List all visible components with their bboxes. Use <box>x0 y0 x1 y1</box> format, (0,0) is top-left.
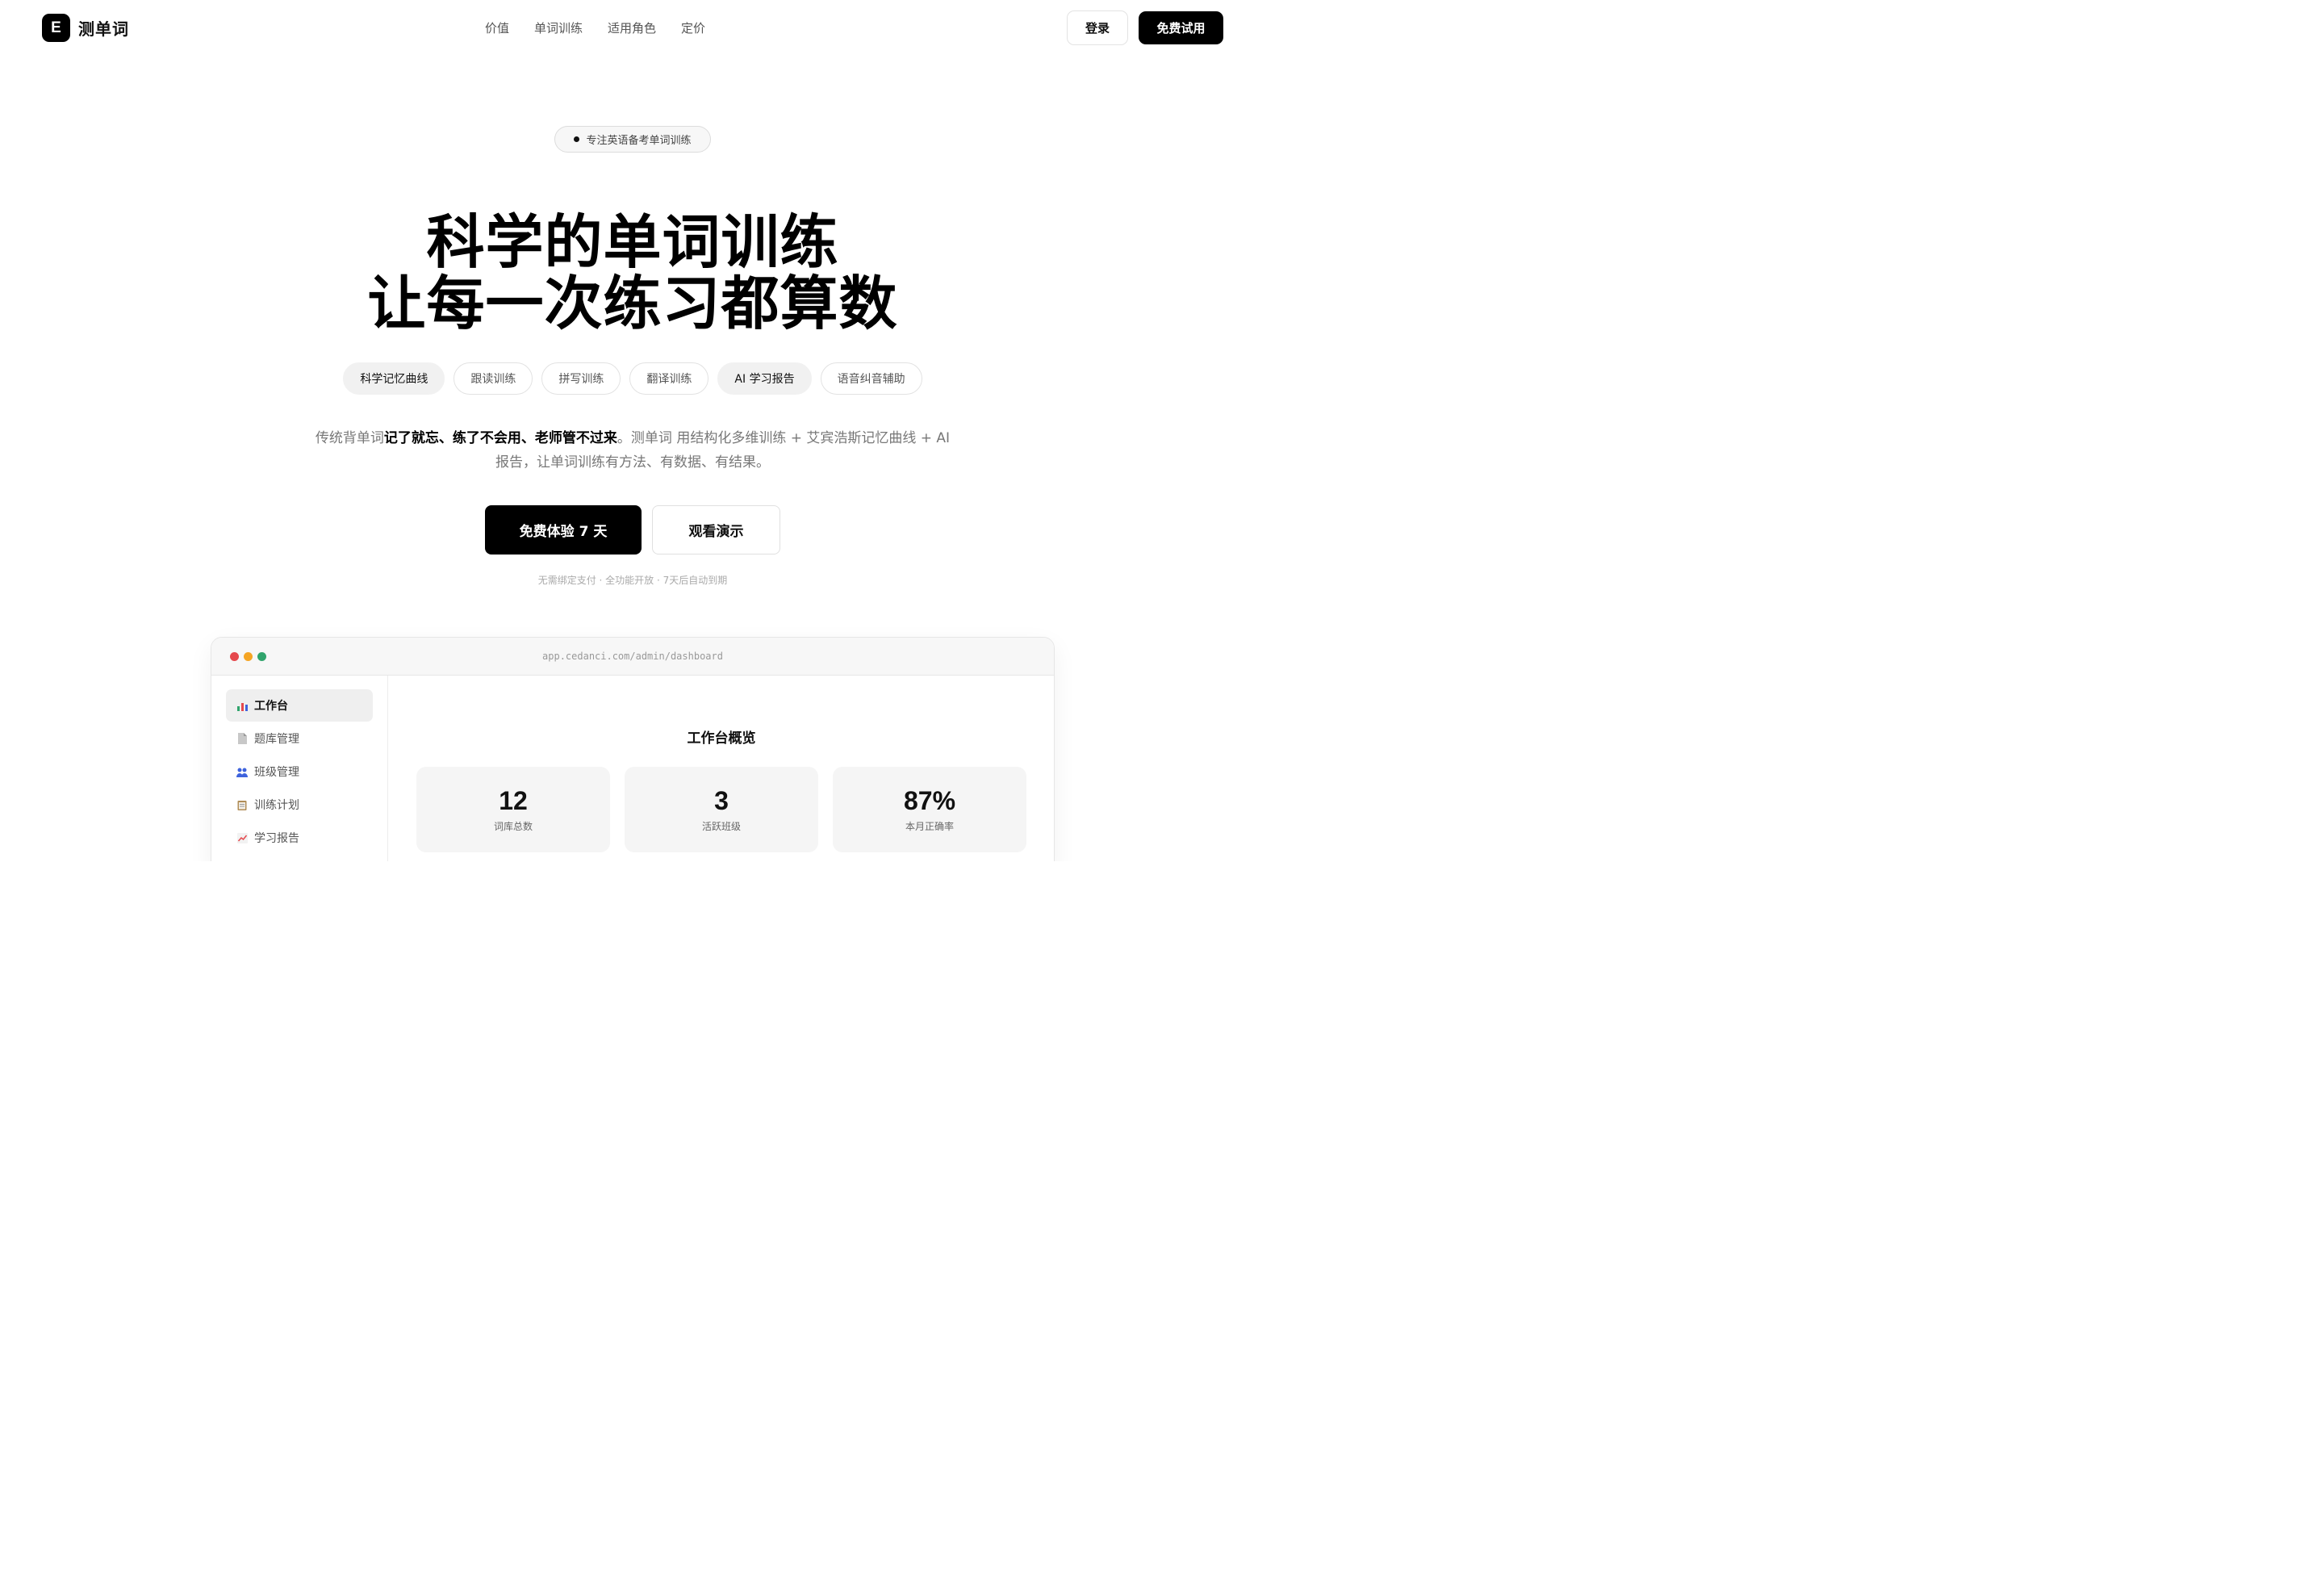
clipboard-icon <box>236 799 248 810</box>
chip-ai-report[interactable]: AI 学习报告 <box>717 362 812 395</box>
nav-link-pricing[interactable]: 定价 <box>681 19 705 36</box>
stat-value: 3 <box>714 786 729 815</box>
chip-pronunciation[interactable]: 语音纠音辅助 <box>820 362 922 395</box>
main-nav: 价值 单词训练 适用角色 定价 <box>485 19 705 36</box>
hero-title-line-2: 让每一次练习都算数 <box>367 270 898 337</box>
sidebar-item-label: 题库管理 <box>254 733 299 746</box>
stat-cards: 12 词库总数 3 活跃班级 87% 本月正确率 <box>416 767 1026 852</box>
sidebar-item-training-plan[interactable]: 训练计划 <box>226 789 373 821</box>
hero-title: 科学的单词训练 让每一次练习都算数 <box>0 211 1265 334</box>
stat-label: 词库总数 <box>493 821 533 832</box>
stat-value: 87% <box>903 786 956 815</box>
hero-description: 传统背单词记了就忘、练了不会用、老师管不过来。测单词 用结构化多维训练 + 艾宾… <box>310 426 955 475</box>
sidebar-item-learning-report[interactable]: 学习报告 <box>226 822 373 854</box>
bar-chart-icon <box>236 700 248 711</box>
stat-card-accuracy: 87% 本月正确率 <box>833 767 1026 852</box>
hero-badge-label: 专注英语备考单词训练 <box>586 135 692 147</box>
dashboard-main: 工作台概览 12 词库总数 3 活跃班级 87% 本月正确率 <box>388 676 1054 861</box>
sidebar-item-class-management[interactable]: 班级管理 <box>226 755 373 788</box>
hero-badge: 专注英语备考单词训练 <box>554 126 711 153</box>
watch-demo-button[interactable]: 观看演示 <box>652 505 780 555</box>
address-bar: app.cedanci.com/admin/dashboard <box>542 651 723 662</box>
sidebar-item-label: 训练计划 <box>254 799 299 812</box>
logo-icon: E <box>42 14 70 42</box>
feature-chips: 科学记忆曲线 跟读训练 拼写训练 翻译训练 AI 学习报告 语音纠音辅助 <box>0 362 1265 395</box>
cta-note: 无需绑定支付 · 全功能开放 · 7天后自动到期 <box>537 575 728 586</box>
people-icon <box>236 766 248 777</box>
nav-link-roles[interactable]: 适用角色 <box>608 19 656 36</box>
brand[interactable]: E 测单词 <box>42 14 129 42</box>
chip-translation[interactable]: 翻译训练 <box>629 362 709 395</box>
dashboard-preview: app.cedanci.com/admin/dashboard 工作台 题库管理 <box>211 637 1055 861</box>
app-sidebar: 工作台 题库管理 班级管理 训练计划 学习报告 <box>211 676 388 861</box>
stat-label: 活跃班级 <box>701 821 741 832</box>
trend-chart-icon <box>236 832 248 843</box>
sidebar-item-label: 学习报告 <box>254 832 299 845</box>
chip-memory-curve[interactable]: 科学记忆曲线 <box>343 362 445 395</box>
landing-page: E 测单词 价值 单词训练 适用角色 定价 登录 免费试用 专注英语备考单词训练… <box>0 0 1265 861</box>
app-body: 工作台 题库管理 班级管理 训练计划 学习报告 工作台概览 12 词库总数 3 … <box>211 676 1054 861</box>
sidebar-item-question-bank[interactable]: 题库管理 <box>226 722 373 755</box>
chip-shadow-reading[interactable]: 跟读训练 <box>454 362 533 395</box>
header-actions: 登录 免费试用 <box>1067 10 1223 45</box>
desc-highlight: 记了就忘、练了不会用、老师管不过来 <box>383 430 617 446</box>
stat-card-word-banks: 12 词库总数 <box>416 767 610 852</box>
nav-link-value[interactable]: 价值 <box>485 19 509 36</box>
free-trial-button[interactable]: 免费试用 <box>1139 11 1223 44</box>
browser-chrome: app.cedanci.com/admin/dashboard <box>211 638 1054 676</box>
sidebar-item-workbench[interactable]: 工作台 <box>226 689 373 722</box>
stat-value: 12 <box>499 786 528 815</box>
stat-card-active-classes: 3 活跃班级 <box>625 767 818 852</box>
document-icon <box>236 733 248 744</box>
chip-spelling[interactable]: 拼写训练 <box>541 362 621 395</box>
desc-text-1: 传统背单词 <box>315 430 384 446</box>
hero-title-line-1: 科学的单词训练 <box>426 208 839 276</box>
sidebar-item-label: 工作台 <box>254 700 288 713</box>
bullet-dot-icon <box>574 136 580 142</box>
free-trial-7-days-button[interactable]: 免费体验 7 天 <box>485 505 642 555</box>
brand-name: 测单词 <box>78 19 129 39</box>
stat-label: 本月正确率 <box>905 821 954 832</box>
sidebar-item-label: 班级管理 <box>254 766 299 779</box>
site-header: E 测单词 价值 单词训练 适用角色 定价 登录 免费试用 <box>0 0 1265 56</box>
login-button[interactable]: 登录 <box>1067 10 1128 45</box>
dashboard-title: 工作台概览 <box>687 730 756 747</box>
nav-link-word-training[interactable]: 单词训练 <box>534 19 583 36</box>
